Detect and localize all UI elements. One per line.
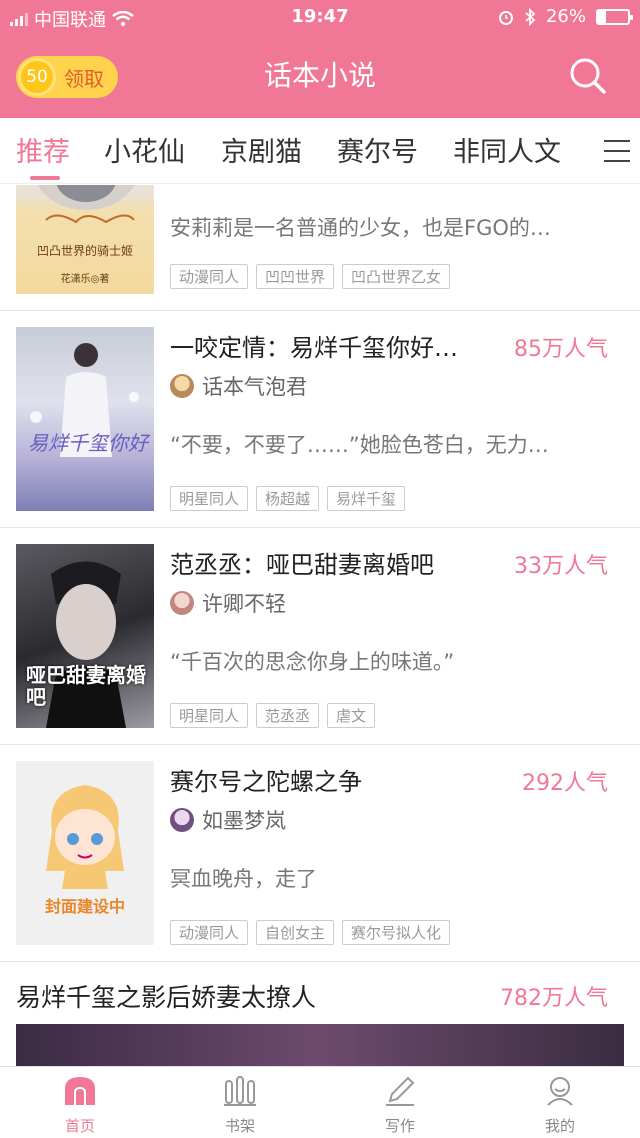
battery-icon xyxy=(596,8,633,25)
nav-label: 首页 xyxy=(64,1117,95,1135)
cover-placeholder-text: 封面建设中 xyxy=(44,897,125,916)
book-card[interactable]: 哑巴甜妻离婚吧 范丞丞：哑巴甜妻离婚吧 33万人气 许卿不轻 “千百次的思念你身… xyxy=(0,528,640,745)
bookshelf-icon xyxy=(224,1076,256,1106)
book-tags: 动漫同人 自创女主 赛尔号拟人化 xyxy=(170,920,451,945)
popularity: 33万人气 xyxy=(514,554,608,579)
popularity: 85万人气 xyxy=(514,337,608,362)
tag[interactable]: 凹凹世界 xyxy=(256,264,335,289)
page-title: 话本小说 xyxy=(263,59,376,92)
author[interactable]: 话本气泡君 xyxy=(170,371,307,401)
book-description: “千百次的思念你身上的味道。” xyxy=(170,650,455,674)
book-tags: 动漫同人 凹凹世界 凹凸世界乙女 xyxy=(170,264,451,289)
profile-icon xyxy=(547,1077,573,1106)
nav-label: 书架 xyxy=(224,1117,255,1135)
nav-home[interactable]: 首页 xyxy=(40,1075,120,1136)
book-title[interactable]: 易烊千玺之影后娇妻太撩人 xyxy=(16,978,316,1014)
author-name: 如墨梦岚 xyxy=(202,809,286,833)
status-right: 26% xyxy=(498,6,633,27)
book-description: 安莉莉是一名普通的少女，也是FGO的… xyxy=(170,216,551,240)
book-tags: 明星同人 范丞丞 虐文 xyxy=(170,703,376,728)
author[interactable]: 许卿不轻 xyxy=(170,588,286,618)
cover-title: 凹凸世界的骑士姬 xyxy=(36,244,133,258)
book-cover: 凹凸世界的骑士姬 花潇乐◎著 xyxy=(16,185,154,294)
book-title[interactable]: 赛尔号之陀螺之争 xyxy=(170,762,362,797)
popularity: 782万人气 xyxy=(500,986,608,1011)
cover-title: 易烊千玺你好 xyxy=(28,431,148,455)
book-cover: 易烊千玺你好 xyxy=(16,327,154,511)
tag[interactable]: 范丞丞 xyxy=(256,703,320,728)
tag[interactable]: 易烊千玺 xyxy=(327,486,406,511)
tag[interactable]: 明星同人 xyxy=(170,703,249,728)
author-name: 许卿不轻 xyxy=(202,592,286,616)
tab-xiaohuaxian[interactable]: 小花仙 xyxy=(104,130,185,169)
author-name: 话本气泡君 xyxy=(202,375,307,399)
book-title[interactable]: 一咬定情：易烊千玺你好… xyxy=(170,328,458,363)
tag[interactable]: 赛尔号拟人化 xyxy=(342,920,451,945)
book-description: 冥血晚舟，走了 xyxy=(170,867,317,891)
book-card[interactable]: 凹凸世界的骑士姬 花潇乐◎著 安莉莉是一名普通的少女，也是FGO的… 动漫同人 … xyxy=(0,185,640,311)
tab-saierhao[interactable]: 赛尔号 xyxy=(337,130,418,169)
tag[interactable]: 虐文 xyxy=(327,703,376,728)
author[interactable]: 如墨梦岚 xyxy=(170,805,286,835)
tag[interactable]: 杨超越 xyxy=(256,486,320,511)
tag[interactable]: 自创女主 xyxy=(256,920,335,945)
app-header: 50 领取 话本小说 xyxy=(0,34,640,118)
tag[interactable]: 动漫同人 xyxy=(170,264,249,289)
battery-percent: 26% xyxy=(545,6,586,27)
featured-banner xyxy=(16,1024,624,1067)
search-icon[interactable] xyxy=(566,54,610,98)
book-title[interactable]: 范丞丞：哑巴甜妻离婚吧 xyxy=(170,545,434,580)
cover-byline: 花潇乐◎著 xyxy=(60,274,110,285)
nav-label: 我的 xyxy=(544,1117,575,1135)
book-feed[interactable]: 凹凸世界的骑士姬 花潇乐◎著 安莉莉是一名普通的少女，也是FGO的… 动漫同人 … xyxy=(0,185,640,1067)
bluetooth-icon xyxy=(525,7,536,26)
bottom-tab-bar: 首页 书架 写作 我的 xyxy=(0,1066,640,1138)
active-tab-indicator xyxy=(30,176,60,180)
cover-title: 哑巴甜妻离婚吧 xyxy=(26,663,146,709)
tab-non-fanfic[interactable]: 非同人文 xyxy=(453,130,561,169)
tag[interactable]: 明星同人 xyxy=(170,486,249,511)
popularity: 292人气 xyxy=(522,771,608,796)
book-card[interactable]: 易烊千玺你好 一咬定情：易烊千玺你好… 85万人气 话本气泡君 “不要，不要了…… xyxy=(0,311,640,528)
book-cover: 封面建设中 xyxy=(16,761,154,945)
featured-book-card[interactable]: 易烊千玺之影后娇妻太撩人 782万人气 xyxy=(0,962,640,1067)
nav-write[interactable]: 写作 xyxy=(360,1075,440,1136)
tab-recommend[interactable]: 推荐 xyxy=(16,130,70,169)
tag[interactable]: 凹凸世界乙女 xyxy=(342,264,451,289)
nav-bookshelf[interactable]: 书架 xyxy=(200,1075,280,1136)
tag[interactable]: 动漫同人 xyxy=(170,920,249,945)
avatar xyxy=(170,591,194,615)
top-bar: 中国联通 19:47 26% 50 领取 话本小说 xyxy=(0,0,640,118)
book-description: “不要，不要了……”她脸色苍白，无力… xyxy=(170,433,549,457)
cover-art xyxy=(30,343,139,457)
avatar xyxy=(170,374,194,398)
nav-profile[interactable]: 我的 xyxy=(520,1075,600,1136)
menu-icon[interactable] xyxy=(604,140,630,170)
home-icon xyxy=(65,1077,95,1105)
pencil-icon xyxy=(386,1076,415,1106)
book-tags: 明星同人 杨超越 易烊千玺 xyxy=(170,486,406,511)
avatar xyxy=(170,808,194,832)
tab-jingjumao[interactable]: 京剧猫 xyxy=(221,130,302,169)
book-card[interactable]: 封面建设中 赛尔号之陀螺之争 292人气 如墨梦岚 冥血晚舟，走了 动漫同人 自… xyxy=(0,745,640,962)
book-cover: 哑巴甜妻离婚吧 xyxy=(16,544,154,728)
status-bar: 中国联通 19:47 26% xyxy=(0,0,640,34)
nav-label: 写作 xyxy=(384,1117,415,1135)
placeholder-character-icon xyxy=(46,785,124,889)
category-tabs: 推荐 小花仙 京剧猫 赛尔号 非同人文 xyxy=(0,118,640,184)
alarm-icon xyxy=(498,10,513,25)
